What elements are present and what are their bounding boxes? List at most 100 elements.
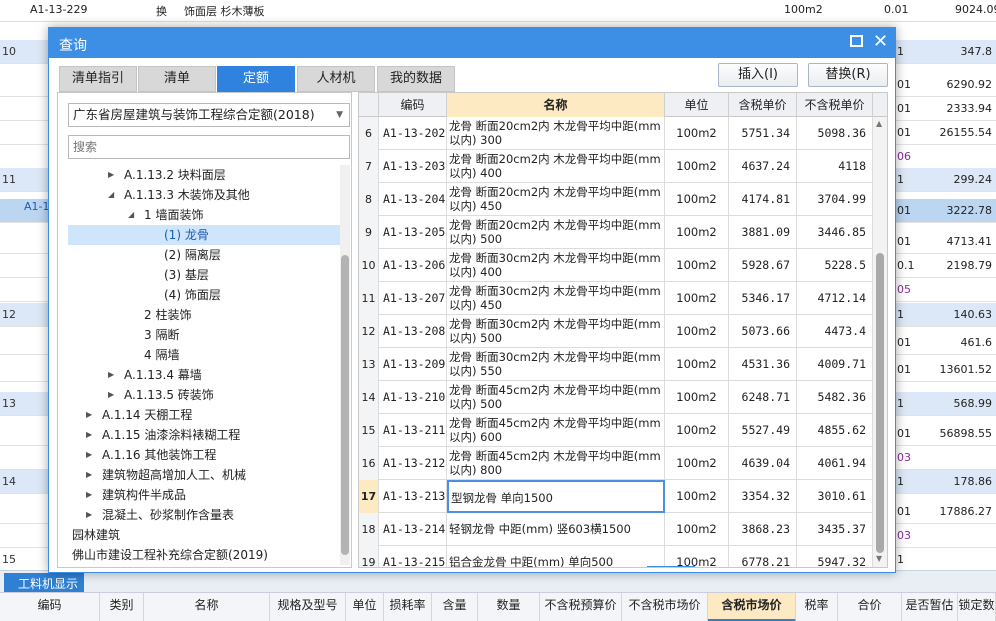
- tree-node[interactable]: ▶ A.1.16 其他装饰工程: [68, 445, 340, 465]
- row-notax-price: 5482.36: [797, 381, 873, 414]
- expand-arrow-icon[interactable]: ▶: [86, 465, 96, 485]
- table-row[interactable]: 14 A1-13-210 龙骨 断面45cm2内 木龙骨平均中距(mm以内) 500…: [359, 381, 873, 414]
- tree-node[interactable]: ▶ A.1.13.4 幕墙: [68, 365, 340, 385]
- bottom-header-cell[interactable]: 数量: [478, 593, 540, 621]
- bottom-header-cell[interactable]: 含税市场价: [708, 593, 796, 621]
- tree-node[interactable]: ◢ 1 墙面装饰: [68, 205, 340, 225]
- row-name[interactable]: 型钢龙骨 单向1500: [447, 480, 665, 513]
- expand-arrow-icon[interactable]: ▶: [86, 425, 96, 445]
- tree-node[interactable]: 4 隔墙: [68, 345, 340, 365]
- tab-bill-guide[interactable]: 清单指引: [59, 66, 137, 92]
- collapse-arrow-icon[interactable]: ◢: [128, 205, 138, 225]
- tab-material-display[interactable]: 工料机显示: [4, 573, 84, 593]
- row-unit: 100m2: [665, 480, 729, 513]
- tree-scroll-thumb[interactable]: [341, 255, 349, 555]
- tree-node[interactable]: ▶ 建筑构件半成品: [68, 485, 340, 505]
- replace-button[interactable]: 替换(R): [808, 63, 888, 87]
- insert-button[interactable]: 插入(I): [718, 63, 798, 87]
- table-row[interactable]: 17 A1-13-213 型钢龙骨 单向1500 100m2 3354.32 3010.6…: [359, 480, 873, 513]
- scroll-up-icon[interactable]: ▲: [876, 119, 882, 128]
- scroll-down-icon[interactable]: ▼: [876, 554, 882, 563]
- bottom-header-cell[interactable]: 损耗率: [384, 593, 432, 621]
- tree-node[interactable]: 3 隔断: [68, 325, 340, 345]
- quota-library-select[interactable]: 广东省房屋建筑与装饰工程综合定额(2018) ▼: [68, 103, 350, 127]
- expand-arrow-icon[interactable]: ▶: [86, 445, 96, 465]
- tree-node-label: A.1.13.5 砖装饰: [124, 388, 214, 402]
- tree-node[interactable]: (4) 饰面层: [68, 285, 340, 305]
- background-row-value: 2198.79: [946, 259, 993, 272]
- tree-node[interactable]: ▶ 混凝土、砂浆制作含量表: [68, 505, 340, 525]
- tree-node[interactable]: ▶佛山市建设工程补充综合定额(2019): [68, 545, 340, 565]
- background-row-index: 15: [2, 553, 16, 566]
- grid-header-notax-price[interactable]: 不含税单价: [797, 93, 873, 117]
- tree-node[interactable]: ◢ A.1.13.3 木装饰及其他: [68, 185, 340, 205]
- grid-scrollbar[interactable]: ▲ ▼: [873, 117, 887, 567]
- maximize-icon[interactable]: [850, 35, 863, 47]
- bg-top-name: 饰面层 杉木薄板: [184, 5, 265, 18]
- bottom-header-cell[interactable]: 类别: [100, 593, 144, 621]
- grid-header-tax-price[interactable]: 含税单价: [729, 93, 797, 117]
- bottom-header-cell[interactable]: 合价: [838, 593, 902, 621]
- tab-my-data[interactable]: 我的数据: [377, 66, 455, 92]
- table-row[interactable]: 11 A1-13-207 龙骨 断面30cm2内 木龙骨平均中距(mm以内) 450…: [359, 282, 873, 315]
- table-row[interactable]: 8 A1-13-204 龙骨 断面20cm2内 木龙骨平均中距(mm以内) 450 1…: [359, 183, 873, 216]
- bottom-header-cell[interactable]: 名称: [144, 593, 270, 621]
- expand-arrow-icon[interactable]: ▶: [86, 505, 96, 525]
- row-name: 龙骨 断面20cm2内 木龙骨平均中距(mm以内) 400: [447, 150, 665, 183]
- table-row[interactable]: 16 A1-13-212 龙骨 断面45cm2内 木龙骨平均中距(mm以内) 800…: [359, 447, 873, 480]
- close-icon[interactable]: ✕: [873, 31, 888, 52]
- tree-node[interactable]: (3) 基层: [68, 265, 340, 285]
- grid-scroll-thumb[interactable]: [876, 253, 884, 553]
- expand-arrow-icon[interactable]: ▶: [108, 165, 118, 185]
- tree-node[interactable]: ▶园林建筑: [68, 525, 340, 545]
- bottom-header-cell[interactable]: 含量: [432, 593, 478, 621]
- bottom-header-cell[interactable]: 单位: [346, 593, 384, 621]
- row-name: 龙骨 断面30cm2内 木龙骨平均中距(mm以内) 400: [447, 249, 665, 282]
- tree-node[interactable]: ▶ 建筑物超高增加人工、机械: [68, 465, 340, 485]
- grid-header-unit[interactable]: 单位: [665, 93, 729, 117]
- expand-arrow-icon[interactable]: ▶: [86, 485, 96, 505]
- tree-scrollbar[interactable]: [340, 165, 350, 565]
- expand-arrow-icon[interactable]: ▶: [108, 385, 118, 405]
- grid-header-name[interactable]: 名称: [447, 93, 665, 117]
- table-row[interactable]: 15 A1-13-211 龙骨 断面45cm2内 木龙骨平均中距(mm以内) 600…: [359, 414, 873, 447]
- tree-node[interactable]: ▶ A.1.13.5 砖装饰: [68, 385, 340, 405]
- search-input[interactable]: [68, 135, 350, 159]
- table-row[interactable]: 6 A1-13-202 龙骨 断面20cm2内 木龙骨平均中距(mm以内) 300 1…: [359, 117, 873, 150]
- grid-header-code[interactable]: 编码: [379, 93, 447, 117]
- table-row[interactable]: 18 A1-13-214 轻钢龙骨 中距(mm) 竖603横1500 100m2 386…: [359, 513, 873, 546]
- collapse-arrow-icon[interactable]: ◢: [108, 185, 118, 205]
- bottom-header-cell[interactable]: 规格及型号: [270, 593, 346, 621]
- row-name: 龙骨 断面20cm2内 木龙骨平均中距(mm以内) 500: [447, 216, 665, 249]
- bottom-header-cell[interactable]: 编码: [0, 593, 100, 621]
- background-selected-cell[interactable]: A1-1: [24, 200, 50, 213]
- table-row[interactable]: 13 A1-13-209 龙骨 断面30cm2内 木龙骨平均中距(mm以内) 550…: [359, 348, 873, 381]
- table-row[interactable]: 12 A1-13-208 龙骨 断面30cm2内 木龙骨平均中距(mm以内) 500…: [359, 315, 873, 348]
- tree-node[interactable]: ▶ A.1.15 油漆涂料裱糊工程: [68, 425, 340, 445]
- table-row[interactable]: 19 A1-13-215 铝合金龙骨 中距(mm) 单向500 100m2 6778.2…: [359, 546, 873, 567]
- bottom-header-cell[interactable]: 是否暂估: [902, 593, 958, 621]
- tab-labor-material-machine[interactable]: 人材机: [297, 66, 375, 92]
- table-row[interactable]: 7 A1-13-203 龙骨 断面20cm2内 木龙骨平均中距(mm以内) 400 1…: [359, 150, 873, 183]
- grid-resize-handle[interactable]: [647, 566, 695, 567]
- expand-arrow-icon[interactable]: ▶: [86, 405, 96, 425]
- bg-top-unit: 100m2: [784, 3, 823, 16]
- background-row-qty: 1: [897, 553, 904, 566]
- table-row[interactable]: 10 A1-13-206 龙骨 断面30cm2内 木龙骨平均中距(mm以内) 400…: [359, 249, 873, 282]
- expand-arrow-icon[interactable]: ▶: [108, 365, 118, 385]
- table-row[interactable]: 9 A1-13-205 龙骨 断面20cm2内 木龙骨平均中距(mm以内) 500 1…: [359, 216, 873, 249]
- bottom-header-cell[interactable]: 锁定数: [958, 593, 996, 621]
- row-unit: 100m2: [665, 216, 729, 249]
- chevron-down-icon[interactable]: ▼: [336, 104, 343, 126]
- background-row-value: 461.6: [960, 336, 993, 349]
- tree-node[interactable]: (2) 隔离层: [68, 245, 340, 265]
- tab-quota[interactable]: 定额: [217, 66, 295, 92]
- tree-node[interactable]: ▶ A.1.13.2 块料面层: [68, 165, 340, 185]
- bottom-header-cell[interactable]: 不含税预算价: [540, 593, 622, 621]
- tab-bill[interactable]: 清单: [138, 66, 216, 92]
- tree-node[interactable]: (1) 龙骨: [68, 225, 340, 245]
- tree-node[interactable]: 2 柱装饰: [68, 305, 340, 325]
- bottom-header-cell[interactable]: 不含税市场价: [622, 593, 708, 621]
- tree-node[interactable]: ▶ A.1.14 天棚工程: [68, 405, 340, 425]
- bottom-header-cell[interactable]: 税率: [796, 593, 838, 621]
